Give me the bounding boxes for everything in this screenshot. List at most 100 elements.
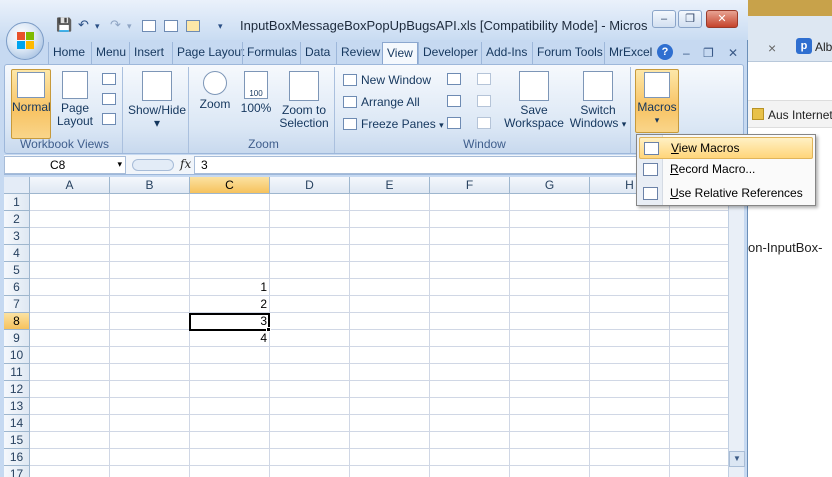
- undo-dropdown-icon[interactable]: ▾: [95, 21, 100, 32]
- freeze-panes-dropdown-icon: ▾: [439, 120, 444, 130]
- undo-icon[interactable]: ↶: [78, 17, 89, 33]
- customize-qat-icon[interactable]: ▾: [218, 21, 223, 32]
- row-header-15[interactable]: 15: [4, 432, 30, 449]
- tab-data[interactable]: Data: [300, 42, 334, 64]
- fill-handle[interactable]: [266, 327, 271, 332]
- browser-tab-bar: [748, 16, 832, 62]
- redo-icon[interactable]: ↷: [110, 17, 121, 33]
- new-window-button[interactable]: New Window: [343, 73, 431, 87]
- worksheet-grid[interactable]: A B C D E F G H 1 2 3 4 5 6 7 8 9 10 11 12 13 14 15 16 17 1 2 3 4: [4, 177, 728, 477]
- switch-windows-button[interactable]: Switch Windows ▾: [567, 69, 629, 131]
- row-header-13[interactable]: 13: [4, 398, 30, 415]
- vertical-scrollbar[interactable]: ▲ ▼: [728, 177, 745, 477]
- tab-page-layout[interactable]: Page Layout: [172, 42, 248, 64]
- tab-forum-tools[interactable]: Forum Tools: [532, 42, 607, 64]
- row-header-6[interactable]: 6: [4, 279, 30, 296]
- page-break-preview-icon[interactable]: [102, 73, 116, 85]
- ribbon-minimize-button[interactable]: –: [683, 46, 690, 60]
- row-header-17[interactable]: 17: [4, 466, 30, 477]
- ribbon-close-button[interactable]: ✕: [728, 46, 738, 60]
- tab-developer[interactable]: Developer: [418, 42, 482, 64]
- view-macros-item[interactable]: View Macros: [639, 137, 813, 159]
- page-body-text: on-InputBox-: [748, 240, 823, 255]
- office-button[interactable]: [6, 22, 44, 60]
- arrange-all-button[interactable]: Arrange All: [343, 95, 420, 109]
- close-button[interactable]: ✕: [706, 10, 738, 28]
- insert-function-icon[interactable]: fx: [180, 157, 191, 171]
- page-layout-view-button[interactable]: Page Layout: [55, 69, 95, 128]
- row-header-12[interactable]: 12: [4, 381, 30, 398]
- normal-view-button[interactable]: Normal: [11, 69, 51, 139]
- row-header-11[interactable]: 11: [4, 364, 30, 381]
- help-icon[interactable]: ?: [657, 44, 673, 60]
- name-box[interactable]: C8 ▾: [4, 156, 126, 174]
- show-hide-button[interactable]: Show/Hide ▾: [127, 69, 187, 130]
- tab-view[interactable]: View: [382, 42, 418, 65]
- column-header-c[interactable]: C: [190, 177, 270, 194]
- row-header-9[interactable]: 9: [4, 330, 30, 347]
- use-relative-references-item[interactable]: Use Relative References: [639, 183, 813, 205]
- favorites-item[interactable]: Aus Internet: [768, 108, 832, 122]
- macros-button[interactable]: Macros ▾: [635, 69, 679, 133]
- select-all-corner[interactable]: [4, 177, 30, 194]
- qat-tool-3-icon[interactable]: [186, 20, 200, 32]
- normal-view-icon: [17, 72, 45, 98]
- qat-tool-1-icon[interactable]: [142, 20, 156, 32]
- column-header-b[interactable]: B: [110, 177, 190, 194]
- row-header-14[interactable]: 14: [4, 415, 30, 432]
- tab-menu[interactable]: Menu: [91, 42, 130, 64]
- column-header-d[interactable]: D: [270, 177, 350, 194]
- title-bar: 💾 ↶ ▾ ↷ ▾ ▾ InputBoxMessageBoxPopUpBugsA…: [0, 0, 748, 40]
- macros-icon: [644, 72, 670, 98]
- zoom-button[interactable]: Zoom: [195, 69, 235, 111]
- row-header-4[interactable]: 4: [4, 245, 30, 262]
- restore-button[interactable]: ❐: [678, 10, 702, 28]
- full-screen-icon[interactable]: [102, 113, 116, 125]
- split-icon[interactable]: [447, 73, 461, 85]
- row-header-10[interactable]: 10: [4, 347, 30, 364]
- row-header-5[interactable]: 5: [4, 262, 30, 279]
- tab-review[interactable]: Review: [336, 42, 384, 64]
- custom-views-icon[interactable]: [102, 93, 116, 105]
- browser-tab-title[interactable]: Alb: [815, 40, 832, 54]
- tab-close-icon[interactable]: ×: [768, 40, 776, 56]
- row-header-1[interactable]: 1: [4, 194, 30, 211]
- tab-add-ins[interactable]: Add-Ins: [481, 42, 531, 64]
- active-cell-border[interactable]: [189, 313, 270, 331]
- hide-window-icon[interactable]: [447, 95, 461, 107]
- column-header-a[interactable]: A: [30, 177, 110, 194]
- menu-item-label: se Relative References: [678, 186, 803, 200]
- zoom-to-selection-button[interactable]: Zoom to Selection: [277, 69, 331, 130]
- row-header-8[interactable]: 8: [4, 313, 30, 330]
- background-browser-window: × p Alb Aus Internet on-InputBox-: [748, 0, 832, 477]
- column-header-f[interactable]: F: [430, 177, 510, 194]
- cell-c7[interactable]: 2: [190, 296, 270, 313]
- cell-c6[interactable]: 1: [190, 279, 270, 296]
- ribbon-restore-button[interactable]: ❐: [703, 46, 714, 60]
- tab-home[interactable]: Home: [48, 42, 89, 64]
- column-header-e[interactable]: E: [350, 177, 430, 194]
- scroll-down-icon[interactable]: ▼: [729, 451, 745, 467]
- freeze-panes-button[interactable]: Freeze Panes ▾: [343, 117, 444, 131]
- qat-tool-2-icon[interactable]: [164, 20, 178, 32]
- arrange-all-label: Arrange All: [361, 95, 420, 109]
- minimize-button[interactable]: –: [652, 10, 676, 28]
- name-box-dropdown-icon[interactable]: ▾: [117, 159, 122, 170]
- cell-c9[interactable]: 4: [190, 330, 270, 347]
- record-macro-item[interactable]: Record Macro...: [639, 159, 813, 181]
- redo-dropdown-icon[interactable]: ▾: [127, 21, 132, 32]
- tab-formulas[interactable]: Formulas: [242, 42, 301, 64]
- save-workspace-button[interactable]: Save Workspace: [503, 69, 565, 130]
- save-icon[interactable]: 💾: [56, 17, 72, 33]
- column-header-g[interactable]: G: [510, 177, 590, 194]
- tab-mrexcel[interactable]: MrExcel: [604, 42, 656, 64]
- row-header-7[interactable]: 7: [4, 296, 30, 313]
- row-header-2[interactable]: 2: [4, 211, 30, 228]
- row-header-16[interactable]: 16: [4, 449, 30, 466]
- tab-insert[interactable]: Insert: [129, 42, 168, 64]
- gridline: [30, 397, 728, 398]
- formula-bar-handle[interactable]: [132, 159, 174, 171]
- row-header-3[interactable]: 3: [4, 228, 30, 245]
- zoom-100-button[interactable]: 100 100%: [237, 69, 275, 115]
- unhide-window-icon[interactable]: [447, 117, 461, 129]
